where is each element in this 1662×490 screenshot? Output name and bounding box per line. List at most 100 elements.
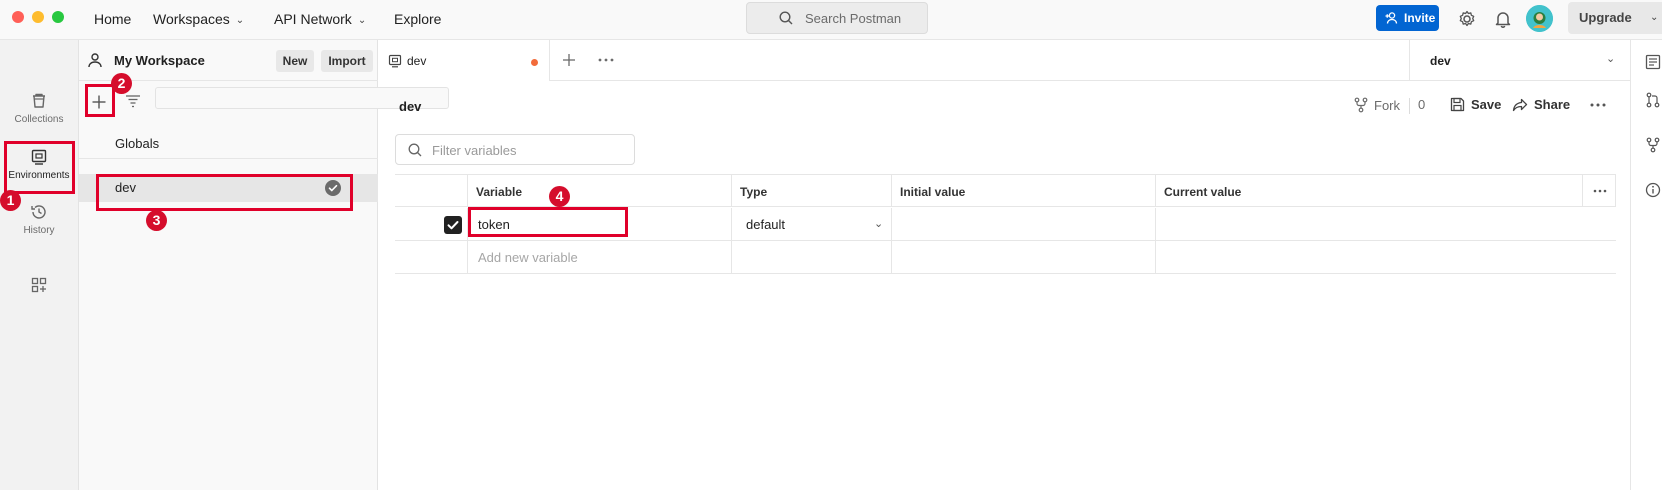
more-horizontal-icon bbox=[598, 58, 614, 62]
import-button[interactable]: Import bbox=[321, 50, 373, 72]
annotation-badge-3: 3 bbox=[146, 210, 167, 231]
filter-icon[interactable] bbox=[125, 94, 141, 108]
column-header-label: Type bbox=[740, 185, 768, 199]
add-person-icon bbox=[1385, 12, 1398, 24]
rail-collections[interactable]: Collections bbox=[0, 92, 78, 125]
column-header-initial-value: Initial value bbox=[891, 175, 1155, 206]
environment-item-globals[interactable]: Globals bbox=[79, 129, 378, 159]
column-header-type: Type bbox=[731, 175, 891, 206]
apps-grid-icon bbox=[31, 277, 47, 293]
annotation-box-environments bbox=[4, 141, 75, 194]
gear-icon[interactable] bbox=[1457, 9, 1477, 29]
rail-history-label: History bbox=[23, 225, 55, 236]
chevron-down-icon: ⌄ bbox=[1650, 12, 1659, 23]
nav-home[interactable]: Home bbox=[94, 10, 131, 28]
pull-request-icon[interactable] bbox=[1645, 92, 1661, 108]
fork-label: Fork bbox=[1374, 98, 1400, 113]
history-icon bbox=[31, 205, 46, 219]
new-initial-value-cell[interactable] bbox=[891, 241, 1155, 273]
left-icon-rail: Collections Environments History bbox=[0, 40, 79, 490]
column-header-label: Initial value bbox=[900, 185, 966, 199]
fork-count-divider bbox=[1409, 98, 1410, 114]
column-options-button[interactable] bbox=[1582, 175, 1616, 206]
chevron-down-icon: ⌄ bbox=[1606, 53, 1616, 65]
variable-type-select[interactable]: default ⌄ bbox=[731, 208, 891, 240]
add-new-variable-input[interactable]: Add new variable bbox=[467, 241, 731, 273]
variable-type-value: default bbox=[746, 217, 786, 232]
column-header-current-value: Current value bbox=[1155, 175, 1582, 206]
column-header-variable: Variable bbox=[467, 175, 731, 206]
minimize-window-button[interactable] bbox=[32, 11, 44, 23]
nav-api-network-label: API Network bbox=[274, 11, 352, 27]
environment-options-button[interactable] bbox=[1590, 95, 1606, 111]
tab-dev[interactable]: dev bbox=[378, 40, 550, 81]
invite-label: Invite bbox=[1404, 11, 1436, 25]
new-current-value-cell[interactable] bbox=[1155, 241, 1582, 273]
more-horizontal-icon bbox=[1590, 103, 1606, 107]
save-button[interactable]: Save bbox=[1450, 97, 1501, 112]
column-header-label: Variable bbox=[476, 185, 523, 199]
filter-variables-input[interactable]: Filter variables bbox=[395, 134, 635, 165]
annotation-box-add-environment bbox=[85, 84, 115, 117]
checkmark-icon bbox=[447, 221, 459, 230]
workspace-title: My Workspace bbox=[114, 53, 205, 68]
new-variable-type-cell[interactable] bbox=[731, 241, 891, 273]
annotation-box-dev-environment bbox=[96, 174, 353, 211]
tab-bar: dev dev ⌄ bbox=[378, 40, 1662, 81]
zoom-window-button[interactable] bbox=[52, 11, 64, 23]
search-icon bbox=[779, 11, 793, 25]
tab-label: dev bbox=[407, 54, 427, 68]
new-tab-button[interactable] bbox=[562, 48, 576, 73]
search-icon bbox=[408, 143, 422, 157]
avatar[interactable] bbox=[1526, 5, 1553, 32]
more-horizontal-icon bbox=[1593, 189, 1607, 193]
annotation-badge-4: 4 bbox=[549, 186, 570, 207]
annotation-badge-1: 1 bbox=[0, 190, 21, 211]
environment-item-label: Globals bbox=[115, 136, 160, 151]
save-label: Save bbox=[1471, 97, 1502, 112]
share-icon bbox=[1512, 98, 1528, 112]
initial-value-cell[interactable] bbox=[891, 208, 1155, 240]
global-search-input[interactable]: Search Postman bbox=[746, 2, 928, 34]
title-bar: Home Workspaces ⌄ API Network ⌄ Explore Se… bbox=[0, 0, 1662, 40]
environment-icon bbox=[388, 54, 402, 68]
annotation-box-variable-name bbox=[468, 207, 628, 237]
table-header-row: Variable Type Initial value Current valu… bbox=[395, 174, 1616, 207]
current-value-cell[interactable] bbox=[1155, 208, 1582, 240]
nav-api-network[interactable]: API Network ⌄ bbox=[274, 10, 366, 31]
new-button[interactable]: New bbox=[276, 50, 314, 72]
nav-workspaces-label: Workspaces bbox=[153, 11, 230, 27]
environments-sidebar: My Workspace New Import Globals dev bbox=[79, 40, 449, 490]
environment-selector-value: dev bbox=[1430, 54, 1451, 68]
environment-selector[interactable]: dev ⌄ bbox=[1409, 40, 1631, 81]
annotation-badge-2: 2 bbox=[111, 73, 132, 94]
close-window-button[interactable] bbox=[12, 11, 24, 23]
bell-icon[interactable] bbox=[1493, 9, 1513, 29]
chevron-down-icon: ⌄ bbox=[874, 218, 884, 230]
info-icon[interactable] bbox=[1645, 182, 1661, 198]
nav-explore[interactable]: Explore bbox=[394, 10, 441, 28]
fork-count: 0 bbox=[1418, 97, 1426, 112]
fork-icon[interactable] bbox=[1645, 137, 1661, 153]
rail-configure-workbench[interactable] bbox=[0, 276, 78, 298]
fork-icon bbox=[1354, 97, 1368, 113]
user-avatar-icon bbox=[1526, 5, 1553, 32]
chevron-down-icon: ⌄ bbox=[235, 15, 245, 26]
tab-options-button[interactable] bbox=[598, 50, 614, 66]
upgrade-button[interactable]: Upgrade ⌄ bbox=[1568, 2, 1662, 34]
save-icon bbox=[1450, 97, 1465, 112]
nav-workspaces[interactable]: Workspaces ⌄ bbox=[153, 10, 244, 31]
fork-button[interactable]: Fork bbox=[1354, 97, 1400, 113]
environment-title[interactable]: dev bbox=[399, 99, 421, 114]
upgrade-label: Upgrade bbox=[1579, 10, 1632, 25]
rail-collections-label: Collections bbox=[14, 114, 64, 125]
invite-button[interactable]: Invite bbox=[1376, 5, 1439, 31]
right-context-rail bbox=[1630, 40, 1662, 490]
variable-enabled-checkbox[interactable] bbox=[444, 216, 462, 234]
plus-icon bbox=[563, 54, 575, 66]
user-icon bbox=[88, 53, 102, 68]
filter-variables-placeholder: Filter variables bbox=[432, 143, 517, 158]
column-header-label: Current value bbox=[1164, 185, 1242, 199]
share-button[interactable]: Share bbox=[1512, 97, 1570, 112]
documentation-icon[interactable] bbox=[1645, 54, 1661, 70]
